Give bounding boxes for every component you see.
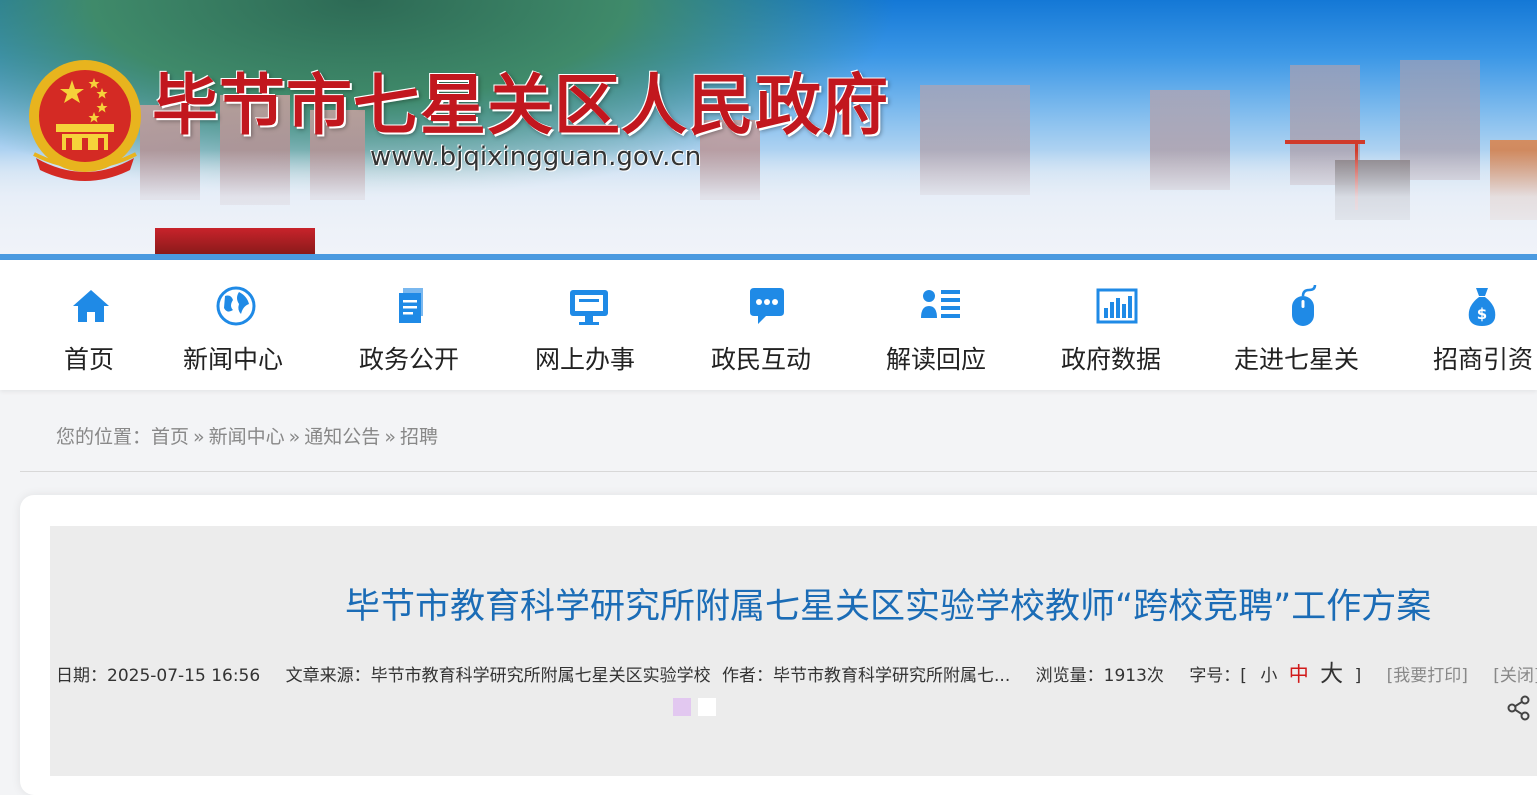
site-url: www.bjqixingguan.gov.cn [370, 142, 702, 172]
national-emblem-icon [29, 60, 141, 181]
font-size-label: 字号：[ [1189, 666, 1247, 686]
breadcrumb-link-notices[interactable]: 通知公告 [304, 426, 380, 448]
breadcrumb-prefix: 您的位置： [56, 426, 152, 448]
nav-item-news[interactable]: 新闻中心 [183, 260, 293, 390]
nav-label: 走进七星关 [1234, 345, 1360, 374]
print-button[interactable]: [我要打印] [1387, 666, 1468, 686]
breadcrumb-link-home[interactable]: 首页 [151, 426, 189, 448]
nav-item-about[interactable]: 走进七星关 [1234, 260, 1370, 390]
nav-label: 政府数据 [1061, 345, 1162, 374]
font-size-medium-button[interactable]: 中 [1289, 662, 1309, 686]
breadcrumb-divider [20, 471, 1537, 472]
font-size-bracket-close: ] [1354, 666, 1362, 686]
breadcrumb-separator: » [384, 426, 396, 448]
bar-chart-icon [1096, 288, 1138, 324]
article-source: 文章来源：毕节市教育科学研究所附属七星关区实验学校 [285, 666, 711, 686]
home-icon [73, 290, 109, 322]
breadcrumb-separator: » [288, 426, 301, 448]
user-list-icon [921, 290, 960, 318]
breadcrumb-separator: » [193, 426, 205, 448]
nav-label: 政民互动 [711, 345, 812, 374]
article-meta: 日期：2025-07-15 16:56 文章来源：毕节市教育科学研究所附属七星关… [56, 654, 1537, 688]
document-icon [399, 288, 423, 323]
money-bag-icon: $ [1468, 288, 1496, 326]
monitor-icon [570, 290, 608, 325]
svg-text:$: $ [1477, 305, 1487, 323]
nav-label: 新闻中心 [183, 345, 284, 374]
nav-label: 解读回应 [886, 345, 987, 374]
mouse-icon [1292, 284, 1317, 326]
nav-label: 首页 [64, 345, 115, 374]
nav-label: 网上办事 [535, 345, 636, 374]
article-date: 日期：2025-07-15 16:56 [56, 666, 261, 686]
main-nav: 首页 新闻中心 政务公开 网上办事 政民互动 解读回应 政府数据 走进七星关 $… [0, 260, 1537, 390]
nav-item-interpretation[interactable]: 解读回应 [886, 260, 996, 390]
nav-item-interaction[interactable]: 政民互动 [711, 260, 821, 390]
globe-icon [216, 286, 256, 326]
nav-label: 政务公开 [359, 345, 460, 374]
article-title: 毕节市教育科学研究所附属七星关区实验学校教师“跨校竞聘”工作方案 [345, 587, 1432, 627]
breadcrumb-link-news[interactable]: 新闻中心 [209, 426, 285, 448]
font-size-large-button[interactable]: 大 [1320, 661, 1343, 687]
nav-item-gov-affairs[interactable]: 政务公开 [359, 260, 469, 390]
article-author: 作者：毕节市教育科学研究所附属七... [722, 666, 1011, 686]
close-button[interactable]: [关闭] [1493, 666, 1537, 686]
article-header-panel [50, 526, 1537, 776]
crane [1285, 140, 1365, 144]
chat-icon [750, 288, 784, 324]
breadcrumb-link-recruitment[interactable]: 招聘 [400, 426, 438, 448]
header-banner: 毕节市七星关区人民政府 www.bjqixingguan.gov.cn [0, 0, 1537, 254]
font-size-small-button[interactable]: 小 [1260, 666, 1277, 686]
nav-item-home[interactable]: 首页 [60, 260, 122, 390]
share-icon[interactable] [1506, 695, 1532, 721]
nav-item-online-services[interactable]: 网上办事 [535, 260, 645, 390]
image-placeholder [698, 698, 716, 716]
breadcrumb: 您的位置：首页» 新闻中心» 通知公告» 招聘 [56, 422, 438, 449]
nav-label: 招商引资 [1433, 345, 1534, 374]
article-views: 浏览量：1913次 [1035, 666, 1164, 686]
nav-item-investment[interactable]: $ 招商引资 [1433, 260, 1537, 390]
image-placeholder [673, 698, 691, 716]
banner-building-roof [155, 228, 315, 254]
site-title: 毕节市七星关区人民政府 [152, 66, 889, 144]
nav-item-gov-data[interactable]: 政府数据 [1061, 260, 1171, 390]
